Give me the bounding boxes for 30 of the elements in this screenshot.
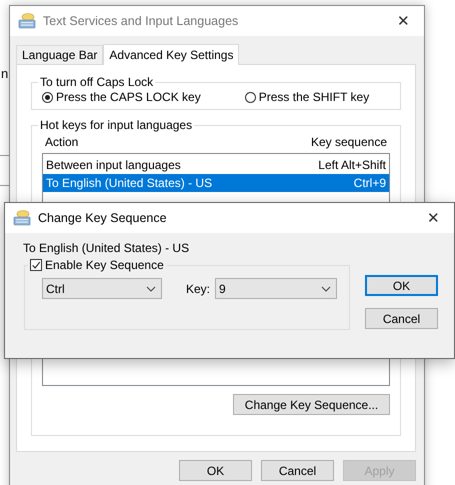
tab[interactable]: Advanced Key Settings — [103, 44, 240, 65]
chevron-down-icon — [146, 286, 156, 292]
dialog-button[interactable]: OK — [179, 460, 252, 481]
column-header: Key sequence — [310, 135, 387, 149]
close-button[interactable]: ✕ — [421, 209, 446, 227]
tab[interactable]: Language Bar — [16, 45, 104, 64]
key-label: Key: — [186, 282, 210, 296]
key-dropdown[interactable]: 9 — [215, 278, 338, 299]
modifier-dropdown[interactable]: Ctrl — [42, 278, 162, 299]
keyboard-icon — [13, 210, 31, 226]
action-text: Between input languages — [46, 158, 181, 172]
chevron-down-icon — [321, 286, 332, 292]
group-legend: Hot keys for input languages — [38, 118, 194, 132]
target-label: To English (United States) - US — [23, 241, 190, 255]
dialog-button[interactable]: Cancel — [365, 308, 438, 329]
group-legend: To turn off Caps Lock — [38, 75, 156, 89]
key-sequence-text: Left Alt+Shift — [318, 158, 386, 172]
column-header: Action — [45, 135, 78, 149]
window-title: Text Services and Input Languages — [43, 14, 240, 28]
dialog-button[interactable]: OK — [365, 275, 438, 296]
keyboard-icon — [18, 13, 36, 29]
list-row[interactable]: To English (United States) - US Ctrl+9 — [43, 174, 389, 192]
change-key-sequence-button[interactable]: Change Key Sequence... — [233, 394, 390, 415]
page-text-fragment: n — [1, 66, 8, 81]
dialog-button[interactable]: Cancel — [261, 460, 334, 481]
key-sequence-text: Ctrl+9 — [354, 176, 386, 190]
close-button[interactable]: ✕ — [391, 12, 416, 30]
window-title: Change Key Sequence — [38, 211, 168, 225]
action-text: To English (United States) - US — [46, 176, 212, 190]
list-row[interactable]: Between input languages Left Alt+Shift — [43, 156, 389, 174]
